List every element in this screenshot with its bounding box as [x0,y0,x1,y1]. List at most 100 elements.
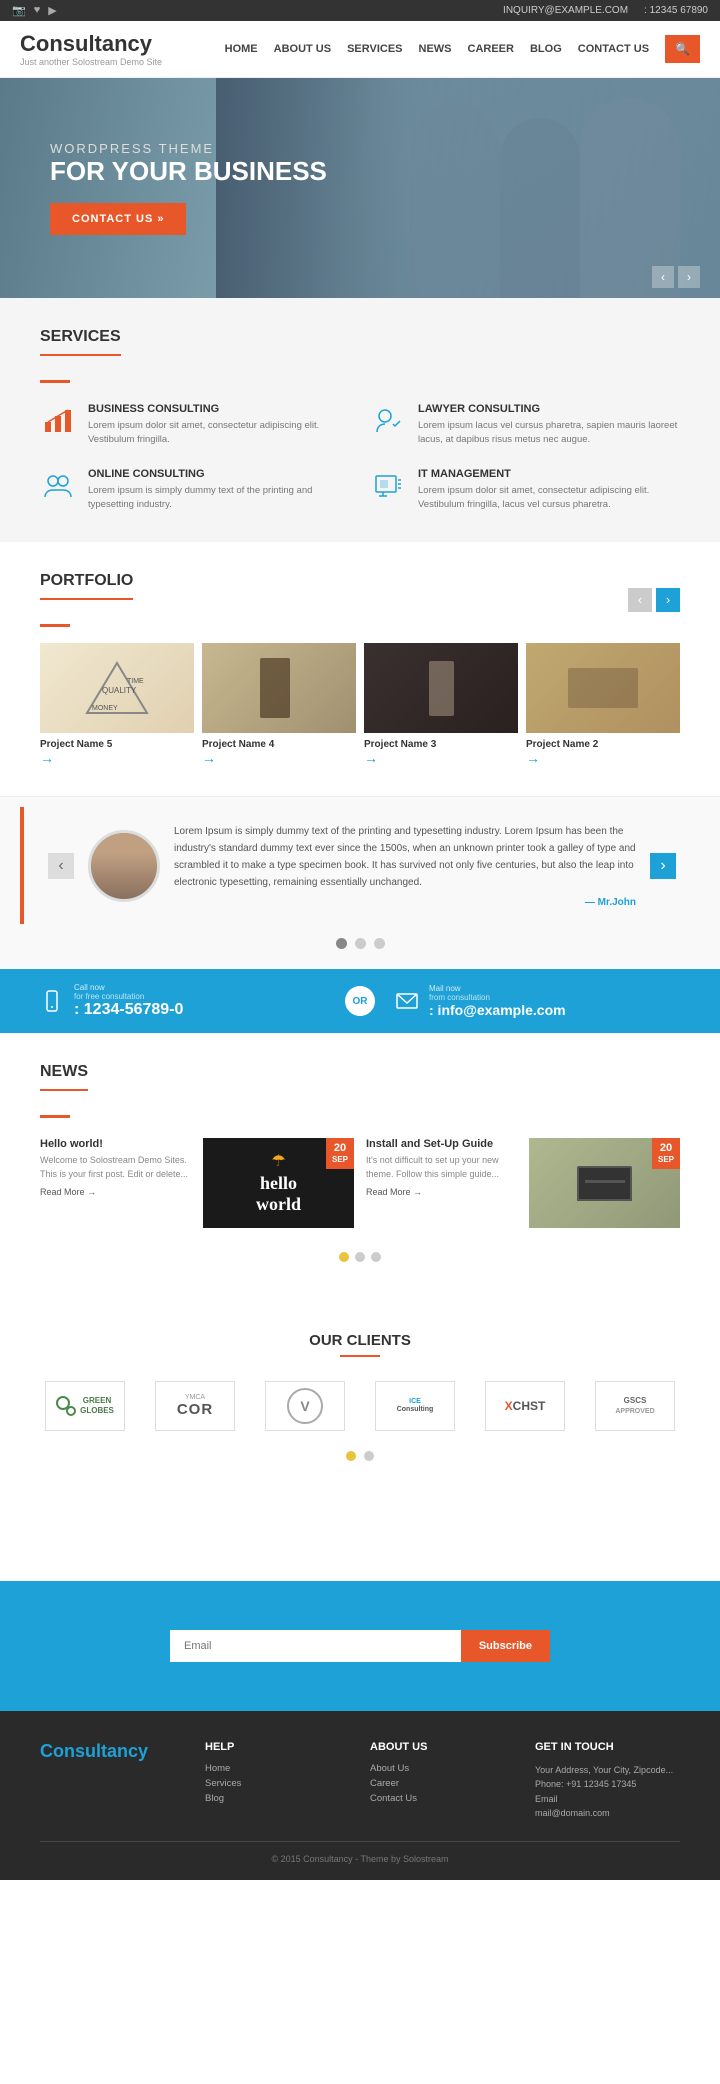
social-icon-1[interactable]: 📷 [12,4,26,17]
green-globes-logo: GREENGLOBES [56,1396,114,1416]
portfolio-image-1: QUALITY MONEY TIME [40,643,194,733]
nav-home[interactable]: HOME [225,43,258,55]
copyright-text: © 2015 Consultancy - Theme by Solostream [271,1854,448,1864]
portfolio-next-button[interactable]: › [656,588,680,612]
portfolio-prev-button[interactable]: ‹ [628,588,652,612]
services-title: SERVICES [40,328,121,356]
news-item-3: Install and Set-Up Guide It's not diffic… [366,1138,517,1236]
footer-link-contactus[interactable]: Contact Us [370,1793,515,1804]
news-title-3: Install and Set-Up Guide [366,1138,517,1150]
footer-link-home[interactable]: Home [205,1763,350,1774]
portfolio-name-3: Project Name 3 [364,739,518,750]
email-input[interactable] [170,1630,461,1662]
nav-blog[interactable]: BLOG [530,43,562,55]
logo-subtitle: Just another Solostream Demo Site [20,57,162,67]
clients-title: OUR CLIENTS [40,1332,680,1349]
social-icon-2[interactable]: ♥ [34,4,41,17]
portfolio-title-underline [40,624,70,627]
news-dot-3[interactable] [371,1252,381,1262]
ymca-text: YMCA [177,1394,213,1401]
service-item-2: LAWYER CONSULTING Lorem ipsum lacus vel … [370,403,680,448]
footer-help-title: HELP [205,1741,350,1753]
hero-next-button[interactable]: › [678,266,700,288]
contact-phone-text: Call now for free consultation : 1234-56… [74,983,183,1019]
xchst-text: XCHST [505,1399,546,1413]
hero-content: WORDPRESS THEME FOR YOUR BUSINESS CONTAC… [0,141,327,235]
testimonial-content: Lorem Ipsum is simply dummy text of the … [174,823,636,908]
laptop-graphic [529,1138,680,1228]
figure-suit [260,658,290,718]
nav-career[interactable]: CAREER [468,43,514,55]
service-desc-3: Lorem ipsum is simply dummy text of the … [88,484,350,513]
social-icon-3[interactable]: ▶ [48,4,56,17]
subscription-section: Subscribe [0,1581,720,1711]
news-title-underline [40,1115,70,1118]
service-icon-3 [40,468,76,504]
footer-link-blog[interactable]: Blog [205,1793,350,1804]
clients-dot-2[interactable] [364,1451,374,1461]
screen-line [585,1180,625,1183]
nav-services[interactable]: SERVICES [347,43,402,55]
news-image-2: 20 SEP ☂ hello world [203,1138,354,1228]
nav-news[interactable]: NEWS [419,43,452,55]
subscribe-button[interactable]: Subscribe [461,1630,550,1662]
clients-pagination-dots [40,1451,680,1461]
portfolio-item-4: Project Name 2 → [526,643,680,766]
testimonial-dot-1[interactable] [336,938,347,949]
services-title-underline [40,380,70,383]
testimonial-inner: ‹ Lorem Ipsum is simply dummy text of th… [20,807,700,924]
nav-contact[interactable]: CONTACT US [578,43,649,55]
portfolio-link-1[interactable]: → [40,750,194,766]
contact-email-text: Mail now from consultation : info@exampl… [429,984,566,1018]
portfolio-graphic-4 [526,643,680,733]
header: Consultancy Just another Solostream Demo… [0,21,720,78]
portfolio-link-3[interactable]: → [364,750,518,766]
svg-text:MONEY: MONEY [92,705,118,712]
testimonial-dot-2[interactable] [355,938,366,949]
search-button[interactable]: 🔍 [665,35,700,63]
gscs-text: GSCSAPPROVED [615,1396,654,1417]
portfolio-item-3: Project Name 3 → [364,643,518,766]
portfolio-graphic-2 [202,643,356,733]
service-desc-4: Lorem ipsum dolor sit amet, consectetur … [418,484,680,513]
top-bar: 📷 ♥ ▶ INQUIRY@EXAMPLE.COM : 12345 67890 [0,0,720,21]
globes-icon [56,1396,76,1416]
cor-text: COR [177,1401,213,1418]
news-read-more-1[interactable]: Read More → [40,1187,191,1197]
portfolio-grid: QUALITY MONEY TIME Project Name 5 → Proj… [40,643,680,766]
nav-about[interactable]: ABOUT US [274,43,331,55]
contact-phone-block: Call now for free consultation : 1234-56… [40,983,325,1019]
news-read-more-3[interactable]: Read More → [366,1187,517,1197]
logo[interactable]: Consultancy Just another Solostream Demo… [20,31,162,67]
portfolio-item-2: Project Name 4 → [202,643,356,766]
hello-world-text: hello [260,1173,297,1194]
footer-link-services[interactable]: Services [205,1778,350,1789]
footer-link-aboutus[interactable]: About Us [370,1763,515,1774]
footer-email: mail@domain.com [535,1806,680,1820]
testimonial-next-button[interactable]: › [650,853,676,879]
person-silhouette-2 [500,118,580,298]
umbrella-icon: ☂ [271,1151,285,1171]
testimonial-section: ‹ Lorem Ipsum is simply dummy text of th… [0,796,720,969]
footer-about-col: ABOUT US About Us Career Contact Us [370,1741,515,1821]
portfolio-navigation: ‹ › [628,588,680,612]
portfolio-name-2: Project Name 4 [202,739,356,750]
call-now-label: Call now [74,983,183,992]
footer-link-career[interactable]: Career [370,1778,515,1789]
hero-cta-button[interactable]: CONTACT US » [50,203,186,235]
mail-icon [395,989,419,1013]
testimonial-prev-button[interactable]: ‹ [48,853,74,879]
testimonial-avatar [88,830,160,902]
portfolio-image-4 [526,643,680,733]
news-dot-1[interactable] [339,1252,349,1262]
footer-address: Your Address, Your City, Zipcode... [535,1763,680,1777]
portfolio-link-4[interactable]: → [526,750,680,766]
footer-contact-title: GET IN TOUCH [535,1741,680,1753]
news-dot-2[interactable] [355,1252,365,1262]
testimonial-dot-3[interactable] [374,938,385,949]
hero-prev-button[interactable]: ‹ [652,266,674,288]
portfolio-link-2[interactable]: → [202,750,356,766]
news-item-2: 20 SEP ☂ hello world [203,1138,354,1236]
person-silhouette-3 [410,103,500,298]
clients-dot-1[interactable] [346,1451,356,1461]
